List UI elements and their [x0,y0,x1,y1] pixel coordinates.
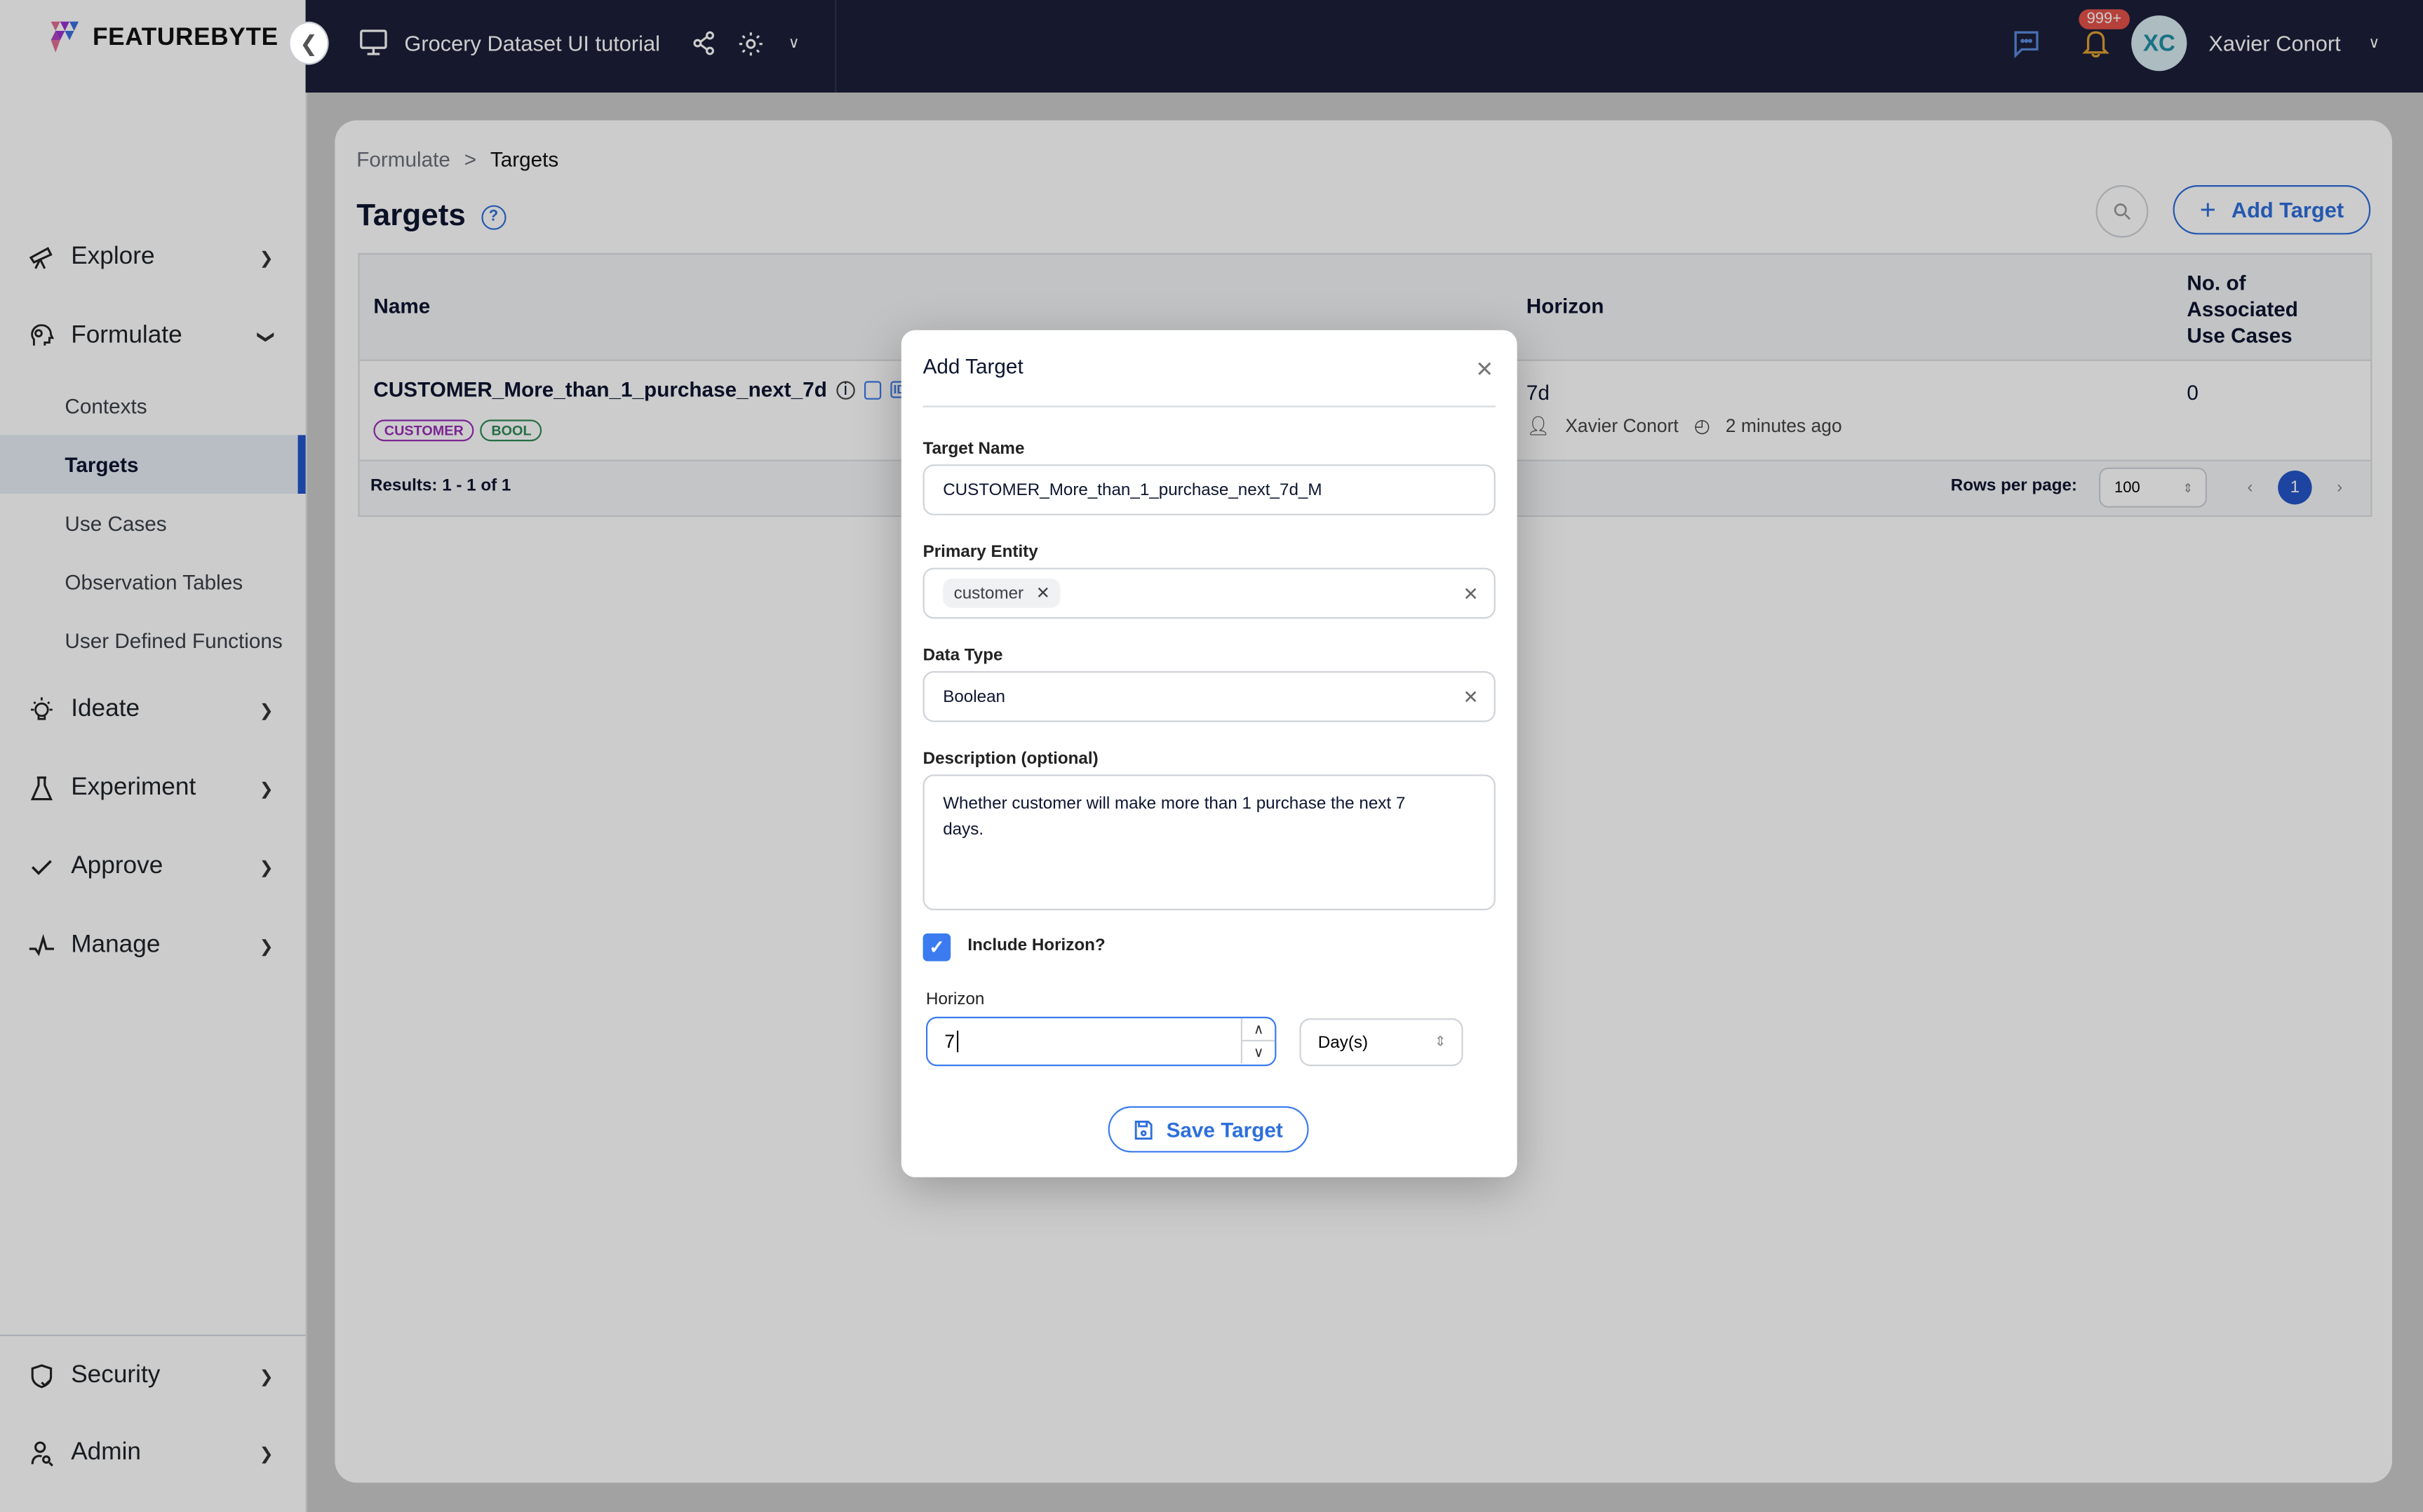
remove-chip-icon[interactable]: ✕ [1036,583,1050,603]
select-arrows-icon: ⇕ [1434,1034,1447,1049]
horizon-input-value: 7 [944,1030,955,1053]
data-type-select[interactable]: Boolean ✕ [922,671,1496,722]
include-horizon-checkbox[interactable]: ✓ [922,933,951,961]
add-target-dialog: Add Target ✕ Target Name CUSTOMER_More_t… [901,330,1517,1177]
horizon-unit-select[interactable]: Day(s) ⇕ [1299,1018,1463,1067]
clear-icon[interactable]: ✕ [1463,583,1478,605]
data-type-label: Data Type [922,646,1003,666]
chevron-left-icon: ❮ [300,29,318,55]
dialog-divider [922,405,1496,407]
target-name-input[interactable]: CUSTOMER_More_than_1_purchase_next_7d_M [922,464,1496,515]
horizon-stepper: ∧ ∨ [1240,1018,1275,1063]
horizon-label: Horizon [926,990,985,1009]
save-target-label: Save Target [1166,1117,1283,1141]
save-target-button[interactable]: Save Target [1108,1106,1309,1153]
primary-entity-label: Primary Entity [922,543,1038,562]
data-type-value: Boolean [943,687,1006,706]
clear-icon[interactable]: ✕ [1463,686,1478,708]
dialog-title: Add Target [922,355,1023,378]
entity-chip: customer ✕ [943,579,1061,608]
horizon-number-input[interactable]: 7 ∧ ∨ [926,1016,1277,1067]
increment-button[interactable]: ∧ [1242,1018,1275,1041]
text-cursor [956,1030,958,1053]
description-textarea[interactable]: Whether customer will make more than 1 p… [922,774,1496,910]
target-name-value: CUSTOMER_More_than_1_purchase_next_7d_M [943,480,1322,499]
target-name-label: Target Name [922,440,1025,459]
description-value: Whether customer will make more than 1 p… [943,795,1406,839]
close-icon[interactable]: ✕ [1475,356,1494,382]
decrement-button[interactable]: ∨ [1242,1041,1275,1063]
horizon-unit-value: Day(s) [1317,1032,1369,1052]
save-icon [1134,1119,1153,1139]
include-horizon-label: Include Horizon? [967,936,1106,955]
collapse-sidebar-button[interactable]: ❮ [288,21,329,65]
primary-entity-select[interactable]: customer ✕ ✕ [922,567,1496,619]
checkmark-icon: ✓ [929,936,945,959]
description-label: Description (optional) [922,750,1099,769]
entity-chip-label: customer [953,583,1024,603]
